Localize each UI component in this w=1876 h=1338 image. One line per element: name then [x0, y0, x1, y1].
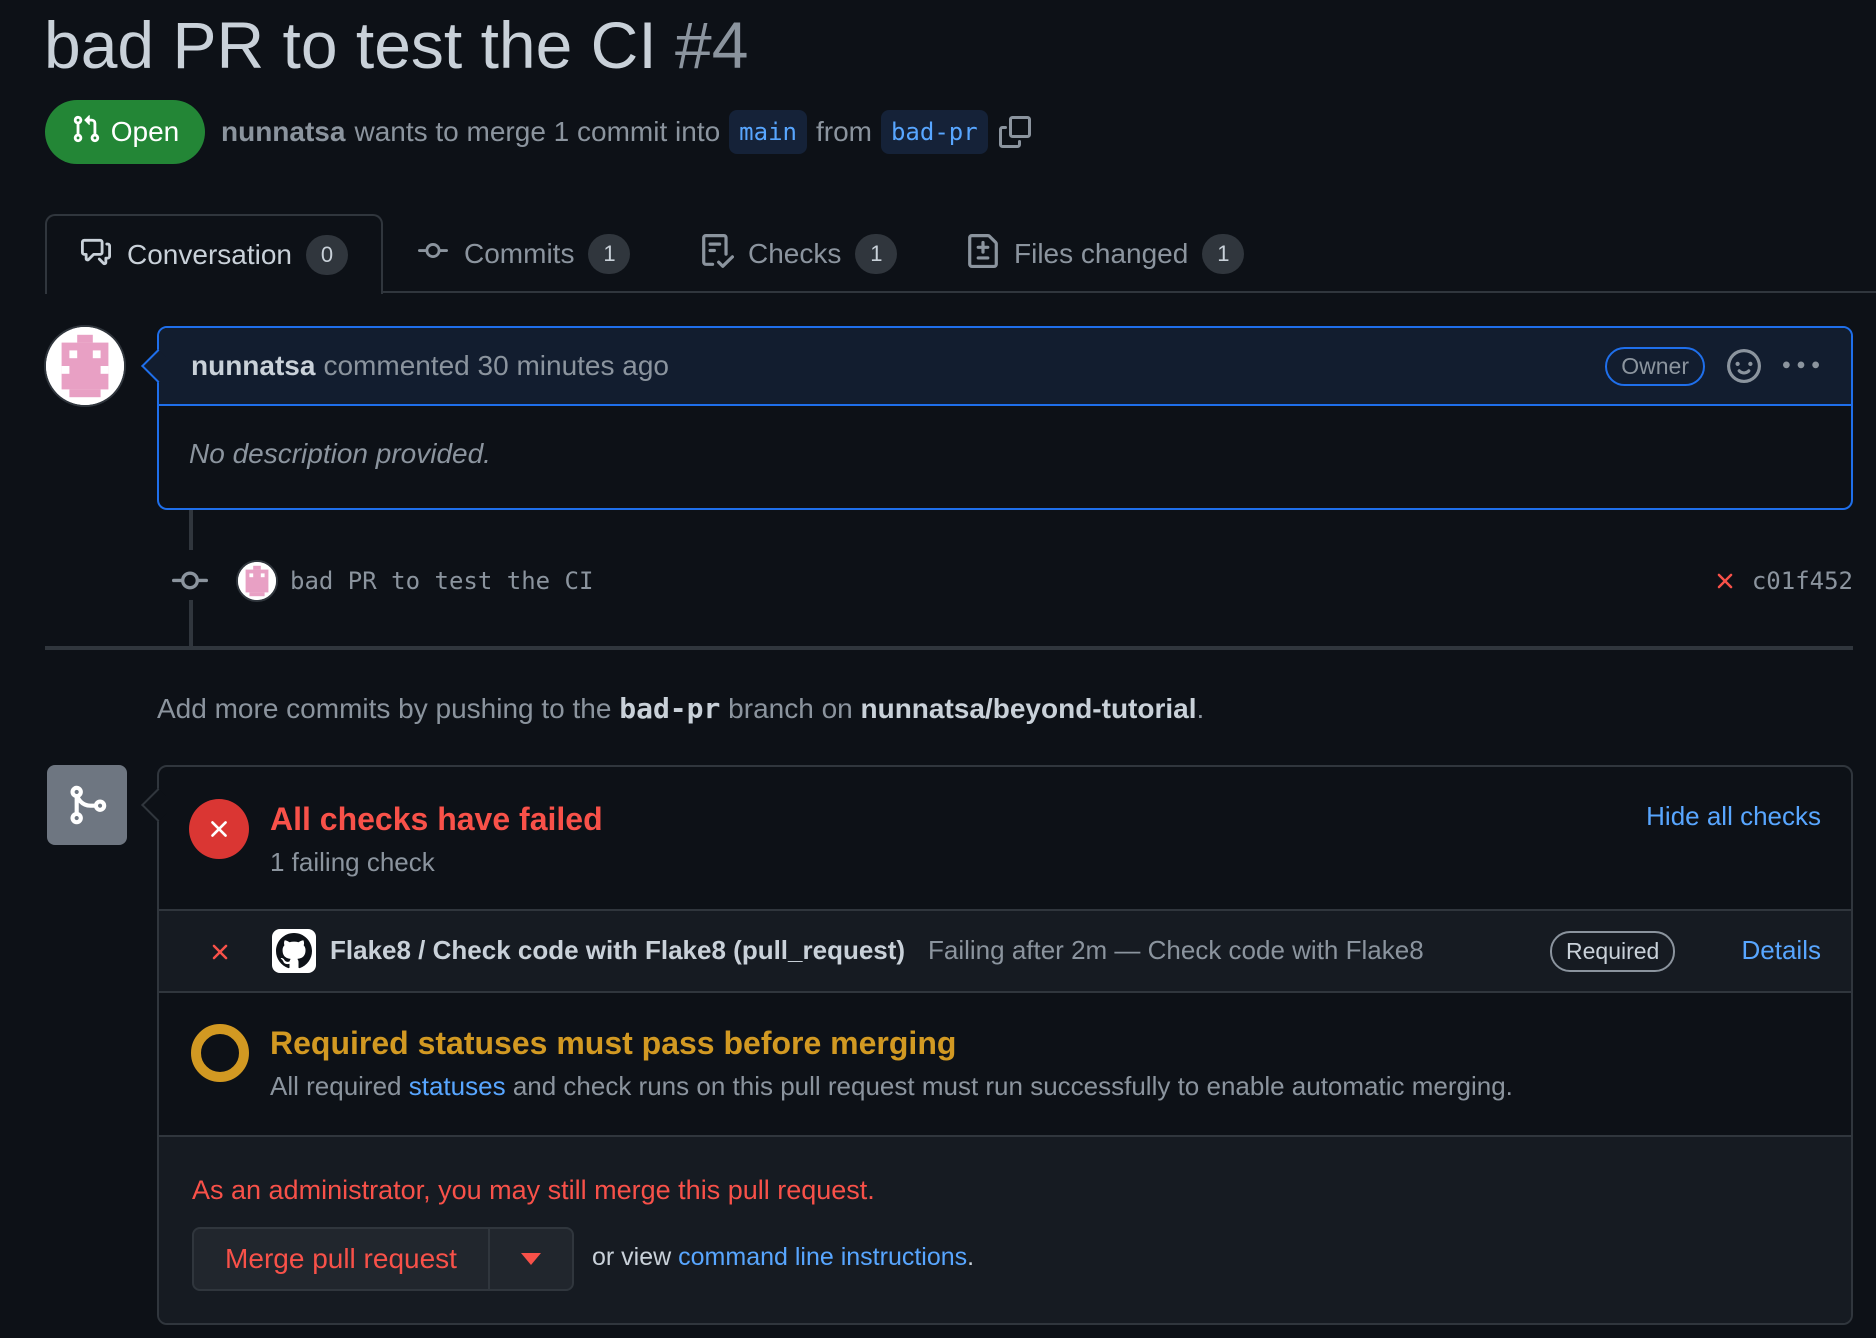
owner-badge: Owner	[1605, 346, 1705, 386]
required-text-before: All required	[270, 1071, 402, 1101]
tab-commits-label: Commits	[464, 238, 575, 269]
github-logo-icon	[272, 929, 316, 973]
commit-author-avatar[interactable]	[236, 560, 278, 602]
file-diff-icon	[966, 233, 1000, 275]
comment-author[interactable]: nunnatsa	[191, 350, 315, 382]
fail-circle-icon	[189, 799, 249, 859]
merge-text: wants to merge 1 commit into	[354, 116, 721, 147]
identicon-icon	[46, 327, 124, 405]
tab-checks[interactable]: Checks 1	[700, 214, 898, 294]
required-statuses-section: Required statuses must pass before mergi…	[159, 993, 1851, 1137]
required-statuses-text: All required statuses and check runs on …	[270, 1071, 1513, 1102]
merge-actions-section: As an administrator, you may still merge…	[159, 1137, 1851, 1323]
required-text-after: and check runs on this pull request must…	[512, 1071, 1513, 1101]
tab-conversation-count: 0	[305, 235, 348, 275]
identicon-icon	[238, 562, 276, 600]
pr-title-heading: bad PR to test the CI #4	[44, 4, 748, 87]
push-note-branch: bad-pr	[619, 692, 721, 725]
copy-icon[interactable]	[998, 116, 1031, 148]
checks-failed-subtitle: 1 failing check	[270, 847, 435, 877]
pr-description-comment: nunnatsa commented 30 minutes ago Owner …	[141, 326, 1853, 510]
checks-summary: All checks have failed 1 failing check H…	[159, 767, 1851, 911]
comment-discussion-icon	[79, 237, 113, 274]
tab-files-changed-label: Files changed	[1014, 238, 1189, 269]
push-note-prefix: Add more commits by pushing to the	[157, 693, 612, 724]
comment-author-avatar[interactable]	[44, 325, 126, 407]
base-branch[interactable]: main	[729, 110, 807, 154]
cli-instructions-note: or view command line instructions.	[592, 1243, 974, 1272]
from-text: from	[815, 116, 872, 147]
or-view-text: or view	[592, 1243, 672, 1271]
push-note-repo[interactable]: nunnatsa/beyond-tutorial	[861, 693, 1197, 724]
checklist-icon	[700, 233, 735, 275]
required-statuses-title: Required statuses must pass before mergi…	[270, 1025, 957, 1061]
kebab-horizontal-icon[interactable]	[1783, 348, 1819, 384]
check-description: Failing after 2m — Check code with Flake…	[928, 935, 1424, 965]
comment-action: commented 30 minutes ago	[323, 350, 669, 381]
tab-conversation-label: Conversation	[127, 239, 292, 270]
pr-state-label: Open	[110, 116, 180, 147]
tab-conversation[interactable]: Conversation 0	[45, 214, 383, 294]
push-note-suffix: .	[1196, 693, 1205, 724]
merge-button-group: Merge pull request	[192, 1227, 574, 1291]
tab-commits-count: 1	[588, 234, 631, 274]
timeline-line-top	[189, 510, 193, 550]
timeline-commit: bad PR to test the CI c01f452	[172, 556, 1853, 606]
check-name: Flake8 / Check code with Flake8 (pull_re…	[330, 935, 906, 965]
commit-sha-link[interactable]: c01f452	[1752, 567, 1853, 595]
required-badge: Required	[1550, 931, 1676, 972]
tab-files-changed[interactable]: Files changed 1	[966, 214, 1245, 294]
timeline-divider	[45, 646, 1853, 650]
git-merge-icon	[65, 783, 109, 827]
pr-state-badge: Open	[45, 100, 205, 164]
smiley-icon[interactable]	[1727, 349, 1761, 383]
tab-checks-label: Checks	[748, 238, 842, 269]
x-icon	[207, 939, 233, 965]
pr-number: #4	[675, 8, 749, 82]
tab-checks-count: 1	[855, 234, 898, 274]
git-commit-icon	[416, 236, 450, 273]
x-icon[interactable]	[1712, 568, 1738, 594]
timeline-line-bottom	[189, 600, 193, 646]
check-details-link[interactable]: Details	[1742, 935, 1821, 966]
tab-files-changed-count: 1	[1202, 234, 1245, 274]
comment-header: nunnatsa commented 30 minutes ago Owner	[159, 328, 1851, 406]
pending-circle-icon	[191, 1024, 249, 1082]
comment-body: No description provided.	[189, 438, 491, 469]
pr-title: bad PR to test the CI	[44, 8, 657, 82]
check-item-row: Flake8 / Check code with Flake8 (pull_re…	[159, 911, 1851, 993]
push-note: Add more commits by pushing to the bad-p…	[157, 692, 1204, 725]
push-note-middle: branch on	[728, 693, 853, 724]
hide-checks-button[interactable]: Hide all checks	[1646, 801, 1821, 832]
pr-author-link[interactable]: nunnatsa	[221, 116, 345, 148]
cli-suffix: .	[967, 1243, 975, 1271]
command-line-instructions-link[interactable]: command line instructions	[678, 1243, 967, 1271]
git-pull-request-icon	[71, 112, 101, 153]
tab-commits[interactable]: Commits 1	[416, 214, 631, 294]
admin-merge-note: As an administrator, you may still merge…	[192, 1175, 875, 1205]
merge-status-icon-box	[47, 765, 127, 845]
merge-description: nunnatsa wants to merge 1 commit into ma…	[221, 110, 1031, 154]
commit-message-link[interactable]: bad PR to test the CI	[290, 567, 593, 595]
pr-tabs: Conversation 0 Commits 1 Checks 1 Files …	[0, 214, 1876, 294]
merge-options-dropdown[interactable]	[490, 1229, 572, 1289]
triangle-down-icon	[521, 1253, 541, 1265]
git-commit-icon	[172, 563, 208, 599]
head-branch[interactable]: bad-pr	[880, 110, 988, 154]
statuses-link[interactable]: statuses	[409, 1071, 506, 1101]
checks-failed-title: All checks have failed	[270, 801, 603, 837]
merge-box: All checks have failed 1 failing check H…	[141, 765, 1853, 1325]
commit-status: c01f452	[1712, 567, 1853, 595]
merge-pull-request-button[interactable]: Merge pull request	[194, 1229, 490, 1289]
